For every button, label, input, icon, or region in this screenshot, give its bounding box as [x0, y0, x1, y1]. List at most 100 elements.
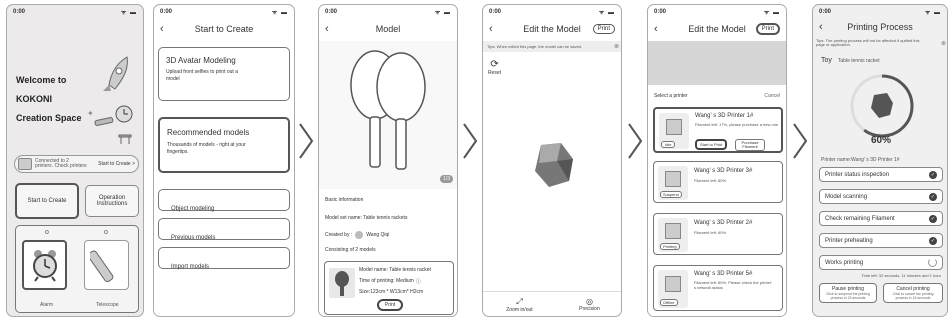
telescope-card[interactable]	[84, 240, 129, 290]
connected-text: Connected to 2 printers. Check printers	[35, 158, 87, 169]
page-title: Start to Create	[194, 24, 254, 34]
model-item-card: Model name: Table tennis racket Time of …	[324, 261, 454, 315]
zoom-tool[interactable]: ⤢ Zoom in/out	[506, 297, 532, 313]
tip-bar: Tips: The printing process will not be a…	[816, 37, 946, 49]
step-label: Printer preheating	[825, 237, 873, 244]
precision-tool[interactable]: ◎ Precision	[579, 297, 600, 312]
pause-printing-button[interactable]: Pause printing Click to suspend the prin…	[819, 283, 877, 303]
model-name: Model name: Table tennis racket	[359, 267, 431, 273]
status-time: 0:00	[489, 9, 502, 15]
alarm-model-icon	[32, 250, 57, 282]
object-modeling-item[interactable]: Object modeling	[158, 189, 290, 212]
tip-text: Tips: The printing process will not be a…	[816, 38, 920, 47]
tip-bar: Tips: When exited this page, the model c…	[483, 41, 621, 52]
check-icon: ✓	[929, 236, 937, 245]
printer-card-3[interactable]: Printing Wang' s 3D Printer 2# Filament …	[653, 213, 783, 255]
table-icon	[118, 134, 132, 144]
arrow-right-icon	[463, 123, 478, 159]
step-printer-status: Printer status inspection ✓	[819, 167, 943, 182]
start-to-create-button[interactable]: Start to Create	[15, 183, 79, 219]
printer-name: Wang' s 3D Printer 2#	[694, 220, 753, 226]
battery-icon: ᯤ ▬	[434, 10, 451, 16]
welcome-line-2: KOKONI	[16, 94, 52, 104]
step-works-printing: Works printing	[819, 255, 943, 270]
page-title: Printing Process	[847, 22, 913, 32]
back-icon[interactable]: ‹	[654, 23, 658, 35]
close-tip-icon[interactable]: ⊗	[941, 40, 946, 47]
printer-card-1[interactable]: Idle Wang' s 3D Printer 1# Filament left…	[653, 107, 783, 153]
nav-bar: ‹ Edit the Model Print	[648, 19, 786, 39]
recommended-title: Recommended models	[167, 128, 250, 137]
status-time: 0:00	[160, 9, 173, 15]
screen-home: 0:00 ᯤ ▬ Welcome to KOKONI Creation Space…	[6, 4, 144, 317]
battery-icon: ᯤ ▬	[924, 10, 941, 16]
edit-toolbar: ⤢ Zoom in/out ◎ Precision	[483, 291, 621, 316]
printer-desc: Filament left: 60%, Please check the pri…	[694, 280, 772, 290]
author-avatar	[355, 231, 364, 239]
cancel-printing-button[interactable]: Cancel printing Click to cancel the prin…	[883, 283, 943, 303]
alarm-card[interactable]	[22, 240, 67, 290]
progress-ring	[850, 74, 914, 138]
printer-sheet: Select a printer Cancel Idle Wang' s 3D …	[648, 85, 786, 316]
reset-button[interactable]: ⟳ Reset	[488, 59, 501, 76]
back-icon[interactable]: ‹	[489, 23, 493, 35]
step-label: Printer status inspection	[825, 171, 890, 178]
nav-bar: ‹ Printing Process	[813, 19, 947, 35]
recommended-models-card[interactable]: Recommended models Thousands of models -…	[158, 117, 290, 173]
print-button[interactable]: Print	[592, 24, 615, 34]
dim-overlay	[648, 41, 786, 85]
welcome-line-3: Creation Space	[16, 113, 82, 123]
operation-instructions-label: Operation Instructions	[96, 195, 128, 207]
back-icon[interactable]: ‹	[325, 23, 329, 35]
precision-label: Precision	[579, 306, 600, 312]
close-tip-icon[interactable]: ⊗	[614, 43, 619, 50]
avatar-title: 3D Avatar Modeling	[166, 56, 236, 65]
print-button[interactable]: Print	[377, 299, 403, 311]
status-time: 0:00	[654, 9, 667, 15]
object-modeling-label: Object modeling	[171, 206, 215, 212]
alarm-label: Alarm	[40, 302, 54, 308]
pause-desc: Click to suspend the printing process in…	[826, 292, 870, 300]
check-icon: ✓	[929, 214, 937, 223]
basic-info-heading: Basic information	[325, 197, 364, 203]
step-label: Check remaining Filament	[825, 215, 895, 222]
previous-models-item[interactable]: Previous models	[158, 218, 290, 241]
status-bar: 0:00 ᯤ ▬	[648, 5, 786, 19]
step-label: Model scanning	[825, 193, 868, 200]
operation-instructions-button[interactable]: Operation Instructions	[85, 185, 139, 217]
telescope-icon	[94, 117, 114, 126]
model-thumb	[329, 268, 355, 298]
screen-printing-process: 0:00 ᯤ ▬ ‹ Printing Process Tips: The prin…	[812, 4, 948, 317]
purchase-filament-button[interactable]: Purchase Filament	[735, 139, 765, 151]
alarm-clock-icon	[115, 105, 133, 123]
printer-card-2[interactable]: Suspend Wang' s 3D Printer 3# Filament l…	[653, 161, 783, 203]
back-icon[interactable]: ‹	[160, 23, 164, 35]
cancel-button[interactable]: Cancel	[764, 93, 780, 99]
status-time: 0:00	[819, 9, 832, 15]
start-print-button[interactable]: Start to Print	[695, 139, 728, 150]
start-to-create-link[interactable]: Start to Create >	[98, 161, 135, 167]
info-icon[interactable]: ⓘ	[416, 278, 421, 285]
print-time-row: Time of printing: Medium ⓘ	[359, 278, 421, 285]
back-icon[interactable]: ‹	[819, 21, 823, 33]
status-bar: 0:00 ᯤ ▬	[154, 5, 294, 19]
star-icon: ✦	[87, 109, 94, 118]
flow-arrow-2	[461, 122, 479, 160]
loading-icon	[928, 258, 937, 267]
printer-card-4[interactable]: Offline Wang' s 3D Printer 5# Filament l…	[653, 265, 783, 311]
print-button[interactable]: Print	[755, 23, 780, 35]
connected-printers-bar[interactable]: Connected to 2 printers. Check printers …	[14, 155, 139, 173]
welcome-line-1: Welcome to	[16, 75, 67, 85]
check-icon: ✓	[929, 170, 937, 179]
progress-percent: 60%	[870, 135, 891, 146]
zoom-label: Zoom in/out	[506, 306, 533, 313]
telescope-label: Telescope	[96, 302, 119, 308]
check-icon: ✓	[929, 192, 937, 201]
model-set-name: Model set name: Table tennis rackets	[325, 215, 408, 221]
avatar-modeling-card[interactable]: 3D Avatar Modeling Upload front selfies …	[158, 47, 290, 101]
import-models-item[interactable]: Import models	[158, 247, 290, 270]
rocket-icon	[103, 56, 128, 91]
status-bar: 0:00 ᯤ ▬	[483, 5, 621, 19]
dot-1: o	[45, 229, 49, 236]
model-thumb-icon	[871, 93, 893, 118]
